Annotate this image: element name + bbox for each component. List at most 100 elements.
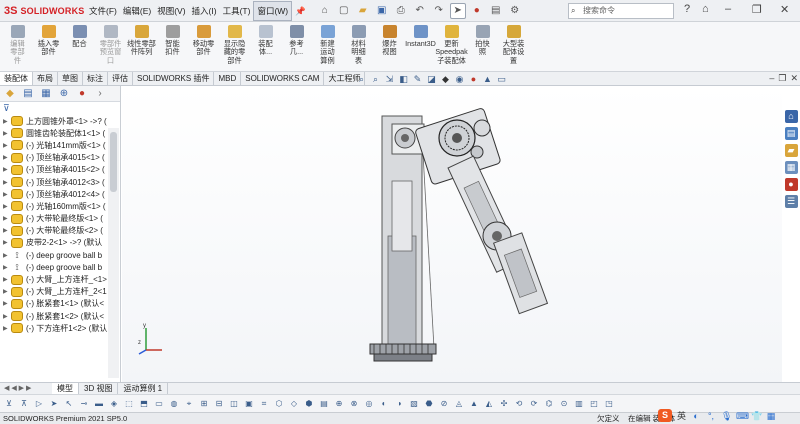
bottom-toolbar-tool-icon[interactable]: ◍ xyxy=(169,399,179,409)
punctuation-icon[interactable]: °, xyxy=(706,411,716,421)
expand-arrow-icon[interactable]: ▶ xyxy=(3,203,11,210)
scrollbar-thumb[interactable] xyxy=(110,132,117,192)
hide-show-icon[interactable]: ◉ xyxy=(454,74,465,85)
expand-arrow-icon[interactable]: ▶ xyxy=(3,325,11,332)
bottom-toolbar-tool-icon[interactable]: ➤ xyxy=(49,399,59,409)
tree-item[interactable]: ▶ (-) 顶丝轴承4012<3> ( xyxy=(3,176,120,188)
solidworks-resources-icon[interactable]: ⌂ xyxy=(784,110,798,123)
ribbon-button[interactable]: 编辑 零部 件 xyxy=(2,22,33,65)
bottom-toolbar-tool-icon[interactable]: ⬚ xyxy=(124,399,134,409)
previous-view-icon[interactable]: ⇲ xyxy=(384,74,395,85)
ribbon-button[interactable]: 爆炸 视图 xyxy=(374,22,405,57)
expand-arrow-icon[interactable]: ▶ xyxy=(3,313,11,320)
custom-properties-icon[interactable]: ☰ xyxy=(784,195,798,208)
home-icon[interactable]: ⌂ xyxy=(317,3,333,19)
bottom-toolbar-tool-icon[interactable]: ⌖ xyxy=(184,399,194,409)
bottom-toolbar-tool-icon[interactable]: ◎ xyxy=(364,399,374,409)
command-tab[interactable]: 装配体 xyxy=(0,72,33,85)
expand-arrow-icon[interactable]: ▶ xyxy=(3,130,11,137)
bottom-toolbar-tool-icon[interactable]: ⬣ xyxy=(424,399,434,409)
tree-item[interactable]: ▶ 圆锥齿轮装配体1<1> ( xyxy=(3,127,120,139)
bottom-tab[interactable]: 3D 视图 xyxy=(79,383,119,394)
bottom-toolbar-tool-icon[interactable]: ⊞ xyxy=(199,399,209,409)
moon-icon[interactable]: ◐ xyxy=(691,411,701,421)
bottom-toolbar-tool-icon[interactable]: ⟳ xyxy=(529,399,539,409)
bottom-toolbar-tool-icon[interactable]: ↖ xyxy=(64,399,74,409)
zoom-area-icon[interactable]: ⌕ xyxy=(370,74,381,85)
expand-arrow-icon[interactable]: ▶ xyxy=(3,288,11,295)
bottom-toolbar-tool-icon[interactable]: ⊙ xyxy=(559,399,569,409)
menu-window[interactable]: 窗口(W) xyxy=(253,0,293,21)
new-file-icon[interactable]: ▢ xyxy=(336,3,352,19)
bottom-tab[interactable]: 运动算例 1 xyxy=(118,383,169,394)
file-explorer-icon[interactable]: ▰ xyxy=(784,144,798,157)
bottom-toolbar-tool-icon[interactable]: ⊸ xyxy=(79,399,89,409)
open-folder-icon[interactable]: ▰ xyxy=(355,3,371,19)
menu-file[interactable]: 文件(F) xyxy=(86,0,120,22)
view-settings-icon[interactable]: ▭ xyxy=(496,74,507,85)
expand-arrow-icon[interactable]: ▶ xyxy=(3,276,11,283)
command-tab[interactable]: SOLIDWORKS 插件 xyxy=(133,72,215,85)
skin-icon[interactable]: 👕 xyxy=(751,411,762,421)
doc-minimize-icon[interactable]: – xyxy=(769,73,774,84)
configuration-tab-icon[interactable]: ▦ xyxy=(40,88,52,100)
command-tab[interactable]: 草图 xyxy=(58,72,83,85)
doc-close-icon[interactable]: ✕ xyxy=(790,73,798,84)
minimize-button[interactable]: – xyxy=(725,3,731,15)
ribbon-button[interactable]: 线性零部 件阵列 xyxy=(126,22,157,57)
bottom-toolbar-tool-icon[interactable]: ⊻ xyxy=(4,399,14,409)
tree-item[interactable]: ▶ (-) 大带轮最终版<2> ( xyxy=(3,225,120,237)
rebuild-icon[interactable]: ▤ xyxy=(488,3,504,19)
ime-menu-icon[interactable]: ▦ xyxy=(766,411,776,421)
expand-arrow-icon[interactable]: ▶ xyxy=(3,215,11,222)
bottom-toolbar-tool-icon[interactable]: ⬡ xyxy=(274,399,284,409)
ribbon-button[interactable]: 零部件 预览窗 口 xyxy=(95,22,126,65)
bottom-toolbar-tool-icon[interactable]: ▧ xyxy=(409,399,419,409)
tree-item[interactable]: ▶ ⟟ (-) deep groove ball b xyxy=(3,261,120,273)
tree-item[interactable]: ▶ (-) 光轴160mm版<1> ( xyxy=(3,200,120,212)
bottom-toolbar-tool-icon[interactable]: ▣ xyxy=(244,399,254,409)
tree-item[interactable]: ▶ (-) 胀紧套1<1> (默认< xyxy=(3,298,120,310)
tree-item[interactable]: ▶ 上方圆锥外罩<1> ->? ( xyxy=(3,115,120,127)
menu-insert[interactable]: 插入(I) xyxy=(189,0,220,22)
expand-arrow-icon[interactable]: ▶ xyxy=(3,154,11,161)
expand-arrow-icon[interactable]: ▶ xyxy=(3,191,11,198)
command-tab[interactable]: MBD xyxy=(214,72,242,85)
microphone-icon[interactable]: 🎙 xyxy=(721,411,732,421)
tree-item[interactable]: ▶ (-) 下方连杆1<2> (默认 xyxy=(3,322,120,334)
restore-button[interactable]: ❐ xyxy=(752,3,762,16)
ribbon-button[interactable]: 移动零 部件 xyxy=(188,22,219,57)
tree-item[interactable]: ▶ ⟟ (-) deep groove ball b xyxy=(3,249,120,261)
bottom-toolbar-tool-icon[interactable]: ▥ xyxy=(574,399,584,409)
dimxpert-tab-icon[interactable]: ⊕ xyxy=(58,88,70,100)
bottom-toolbar-tool-icon[interactable]: ✣ xyxy=(499,399,509,409)
bottom-toolbar-tool-icon[interactable]: ◬ xyxy=(454,399,464,409)
ime-lang[interactable]: 英 xyxy=(677,409,686,422)
bottom-toolbar-tool-icon[interactable]: ◳ xyxy=(604,399,614,409)
save-icon[interactable]: ▣ xyxy=(374,3,390,19)
ribbon-button[interactable]: 更新 Speedpak 子装配体 xyxy=(435,22,468,65)
bottom-toolbar-tool-icon[interactable]: ◭ xyxy=(484,399,494,409)
robot-arm-model[interactable] xyxy=(122,86,782,382)
dynamic-annotation-icon[interactable]: ✎ xyxy=(412,74,423,85)
expand-arrow-icon[interactable]: ▶ xyxy=(3,142,11,149)
print-icon[interactable]: ⎙ xyxy=(393,3,409,19)
zoom-fit-icon[interactable]: ⌕ xyxy=(356,74,367,85)
bottom-toolbar-tool-icon[interactable]: ⌗ xyxy=(259,399,269,409)
bottom-toolbar-tool-icon[interactable]: ⊼ xyxy=(19,399,29,409)
section-view-icon[interactable]: ◧ xyxy=(398,74,409,85)
bottom-toolbar-tool-icon[interactable]: ◐ xyxy=(379,399,389,409)
bottom-toolbar-tool-icon[interactable]: ▲ xyxy=(469,399,479,409)
tree-item[interactable]: ▶ (-) 顶丝轴承4015<2> ( xyxy=(3,164,120,176)
expand-arrow-icon[interactable]: ▶ xyxy=(3,264,11,271)
menu-view[interactable]: 视图(V) xyxy=(154,0,188,22)
expand-arrow-icon[interactable]: ▶ xyxy=(3,252,11,259)
view-orientation-icon[interactable]: ◪ xyxy=(426,74,437,85)
tree-item[interactable]: ▶ (-) 大带轮最终版<1> ( xyxy=(3,213,120,225)
bottom-toolbar-tool-icon[interactable]: ⊕ xyxy=(334,399,344,409)
graphics-area[interactable] xyxy=(122,86,782,382)
ribbon-button[interactable]: 插入零 部件 xyxy=(33,22,64,57)
expand-arrow-icon[interactable]: ▶ xyxy=(3,118,11,125)
user-icon[interactable]: ⌂ xyxy=(702,3,709,15)
undo-icon[interactable]: ↶ xyxy=(412,3,428,19)
